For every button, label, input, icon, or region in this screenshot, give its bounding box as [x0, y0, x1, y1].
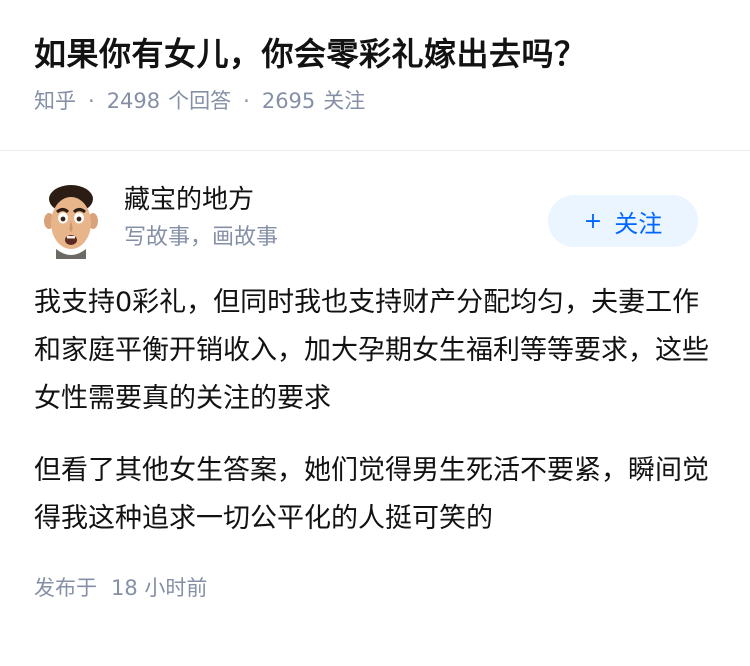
follower-count: 2695: [261, 89, 316, 113]
question-meta: 知乎 · 2498 个回答 · 2695 关注: [34, 86, 716, 116]
answer-count: 2498: [106, 89, 161, 113]
answer-count-label: 个回答: [168, 89, 232, 113]
answer-content: 我支持0彩礼，但同时我也支持财产分配均匀，夫妻工作和家庭平衡开销收入，加大孕期女…: [34, 279, 716, 543]
answer-paragraph: 但看了其他女生答案，她们觉得男生死活不要紧，瞬间觉得我这种追求一切公平化的人挺可…: [34, 455, 709, 534]
published-time-value: 18 小时前: [111, 576, 208, 600]
follow-button-label: 关注: [614, 209, 663, 238]
follow-button[interactable]: + 关注: [548, 195, 698, 247]
question-title[interactable]: 如果你有女儿，你会零彩礼嫁出去吗？: [34, 32, 716, 76]
published-label: 发布于: [34, 576, 97, 600]
plus-icon: +: [583, 208, 603, 234]
author-name[interactable]: 藏宝的地方: [124, 183, 254, 217]
separator-dot: ·: [88, 89, 95, 113]
follower-count-label: 关注: [323, 89, 366, 113]
source-label[interactable]: 知乎: [34, 89, 76, 113]
author-row: 藏宝的地方 写故事，画故事 + 关注: [34, 181, 716, 281]
published-time: 发布于 18 小时前: [34, 573, 716, 603]
author-bio: 写故事，画故事: [124, 225, 279, 250]
separator-dot: ·: [243, 89, 250, 113]
avatar[interactable]: [38, 183, 104, 259]
question-header: 如果你有女儿，你会零彩礼嫁出去吗？ 知乎 · 2498 个回答 · 2695 关注: [0, 0, 750, 118]
answer-card: 藏宝的地方 写故事，画故事 + 关注 我支持0彩礼，但同时我也支持财产分配均匀，…: [0, 181, 750, 603]
answer-paragraph: 我支持0彩礼，但同时我也支持财产分配均匀，夫妻工作和家庭平衡开销收入，加大孕期女…: [34, 287, 709, 414]
divider: [0, 150, 750, 151]
